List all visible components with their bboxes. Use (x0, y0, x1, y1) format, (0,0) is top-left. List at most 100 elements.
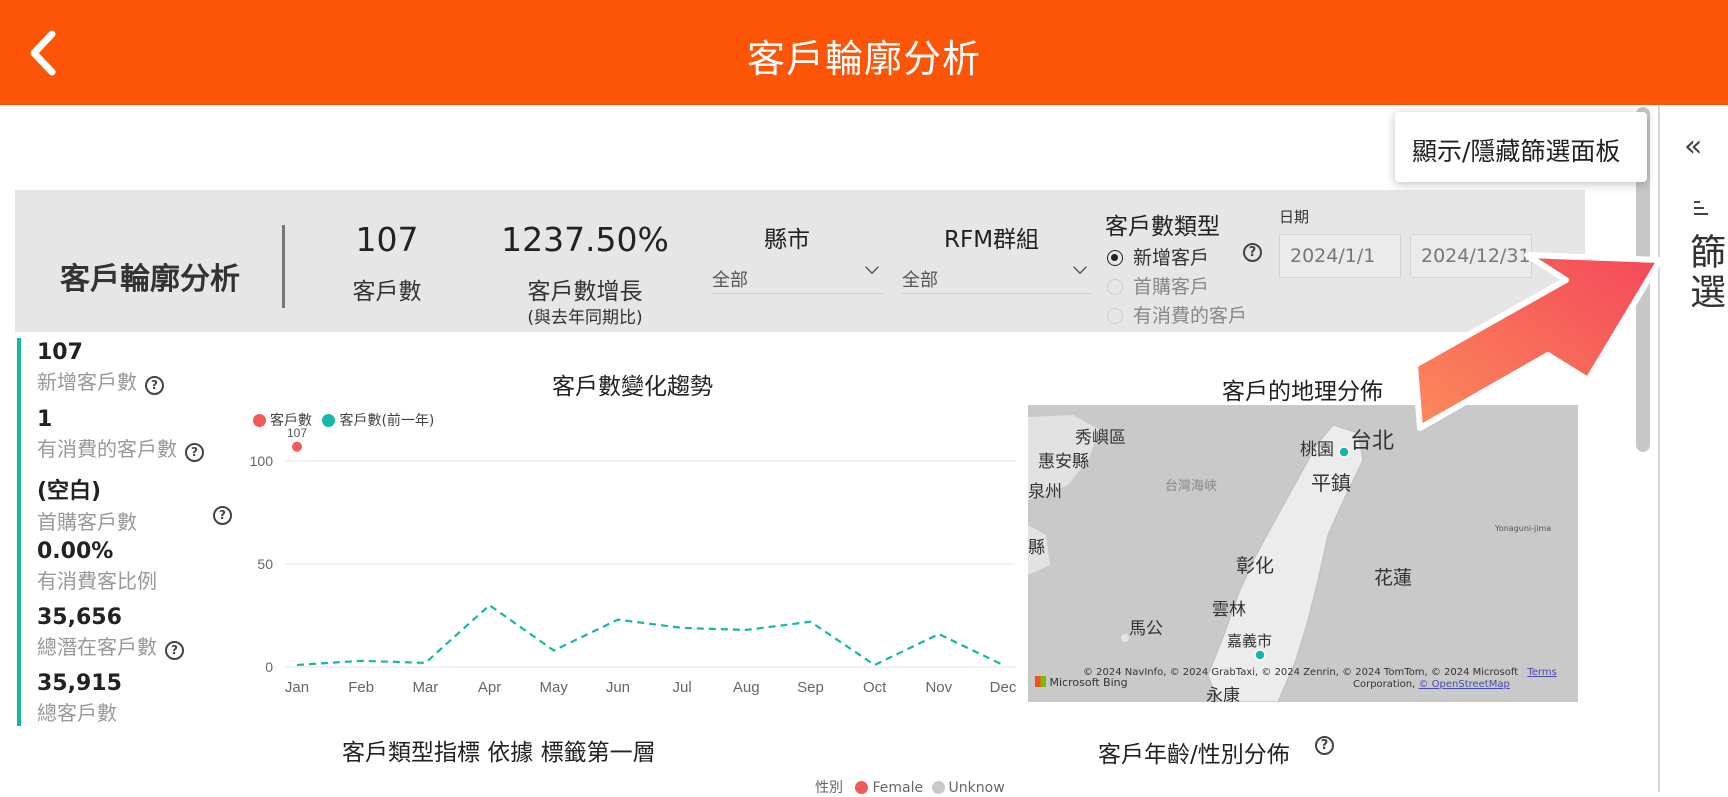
legend-label-female: Female (872, 780, 923, 796)
map-label: 彰化 (1236, 551, 1274, 578)
customer-type-chart-title: 客戶類型指標 依據 標籤第一層 (342, 733, 656, 767)
metric-value: 107 (37, 340, 164, 365)
metric-item: (空白) 首購客戶數? (37, 473, 237, 535)
legend-label-unknow: Unknow (949, 780, 1005, 796)
map-attribution: © 2024 NavInfo, © 2024 GrabTaxi, © 2024 … (1083, 667, 1563, 678)
map-label: 桃園 (1300, 435, 1334, 460)
filter-panel-tooltip: 顯示/隱藏篩選面板 (1395, 112, 1647, 182)
trend-line-chart: 050100JanFebMarAprMayJunJulAugSepOctNovD… (240, 415, 1020, 700)
map-attribution-2: Corporation, © OpenStreetMap (1353, 679, 1510, 690)
slicer-county-value: 全部 (712, 270, 748, 291)
x-tick-label: Jan (285, 679, 309, 696)
map-point[interactable] (1255, 650, 1265, 660)
map-label: 永康 (1206, 681, 1240, 702)
map-attribution-2-text: Corporation, (1353, 679, 1415, 690)
kpi-growth-sub: (與去年同期比) (485, 303, 685, 328)
map-terms-link[interactable]: Terms (1527, 667, 1556, 678)
map-label: 惠安縣 (1038, 447, 1089, 472)
header-divider (282, 225, 285, 308)
map-label: 台灣海峽 (1165, 475, 1217, 494)
radio-first-purchase-label: 首購客戶 (1133, 276, 1209, 298)
customer-type-title: 客戶數類型 (1105, 207, 1220, 241)
app-title: 客戶輪廓分析 (0, 28, 1728, 83)
map-label: 雲林 (1212, 595, 1246, 620)
metric-list: 107 新增客戶數? 1 有消費的客戶數? (空白) 首購客戶數? 0.00% … (17, 338, 232, 726)
help-icon[interactable]: ? (1315, 736, 1334, 755)
metric-item: 107 新增客戶數? (37, 340, 164, 395)
map-label: 花蓮 (1374, 563, 1412, 590)
legend-swatch-female (855, 781, 868, 794)
filter-panel-strip[interactable]: « 篩選 (1658, 105, 1728, 792)
radio-first-purchase[interactable]: 首購客戶 (1107, 272, 1209, 299)
age-gender-chart-title: 客戶年齡/性別分佈 (1098, 735, 1290, 769)
metric-item: 0.00% 有消費客比例 (37, 539, 157, 594)
metric-item: 35,915 總客戶數 (37, 671, 122, 726)
x-tick-label: Dec (990, 679, 1017, 696)
radio-icon (1107, 308, 1123, 324)
x-tick-label: Feb (348, 679, 374, 696)
microsoft-logo-icon (1035, 676, 1046, 687)
x-tick-label: May (540, 679, 569, 696)
radio-selected-icon (1107, 250, 1123, 266)
report-header-band: 客戶輪廓分析 107 客戶數 1237.50% 客戶數增長 (與去年同期比) 縣… (15, 190, 1585, 332)
x-tick-label: Aug (733, 679, 760, 696)
map-attribution-text: © 2024 NavInfo, © 2024 GrabTaxi, © 2024 … (1083, 667, 1518, 678)
help-icon[interactable]: ? (1243, 243, 1262, 262)
radio-new-customer-label: 新增客戶 (1133, 247, 1209, 269)
map-label: 台北 (1350, 423, 1394, 455)
metric-label: 有消費客比例 (37, 569, 157, 593)
metric-value: 1 (37, 407, 204, 432)
x-tick-label: Jun (606, 679, 630, 696)
kpi-growth-label: 客戶數增長 (485, 272, 685, 306)
help-icon[interactable]: ? (185, 443, 204, 462)
series-line-previous-year (297, 605, 1003, 665)
trend-chart-title: 客戶數變化趨勢 (552, 367, 713, 401)
report-title: 客戶輪廓分析 (60, 254, 240, 298)
map-label: 馬公 (1129, 614, 1163, 639)
map-label: 秀嶼區 (1075, 423, 1126, 448)
metric-label: 總客戶數 (37, 701, 117, 725)
chevron-down-icon (864, 262, 880, 278)
help-icon[interactable]: ? (145, 376, 164, 395)
y-tick-label: 50 (257, 556, 273, 572)
filter-icon (1694, 197, 1708, 219)
gender-legend-title: 性別 (815, 780, 843, 796)
map-label: Yonaguni-jima (1495, 524, 1551, 533)
map-label: 平鎮 (1311, 467, 1351, 496)
x-tick-label: Mar (412, 679, 438, 696)
double-chevron-left-icon[interactable]: « (1684, 129, 1702, 164)
help-icon[interactable]: ? (213, 506, 232, 525)
date-end-input[interactable]: 2024/12/31 (1410, 234, 1532, 278)
x-tick-label: Oct (863, 679, 887, 696)
x-tick-label: Apr (478, 679, 501, 696)
date-title: 日期 (1279, 206, 1309, 227)
filter-panel-label[interactable]: 篩選 (1678, 233, 1728, 313)
help-icon[interactable]: ? (165, 641, 184, 660)
map-point[interactable] (1339, 447, 1349, 457)
map-osm-link[interactable]: © OpenStreetMap (1418, 679, 1509, 690)
metric-value: 35,915 (37, 671, 122, 696)
kpi-customer-count-label: 客戶數 (337, 272, 437, 306)
x-tick-label: Nov (925, 679, 952, 696)
metric-label: 首購客戶數 (37, 510, 137, 534)
map-title: 客戶的地理分佈 (1222, 372, 1383, 406)
radio-spending-customer[interactable]: 有消費的客戶 (1107, 301, 1247, 328)
metric-value: (空白) (37, 473, 237, 505)
date-start-input[interactable]: 2024/1/1 (1279, 234, 1401, 278)
slicer-rfm-dropdown[interactable]: 全部 (902, 258, 1092, 294)
gender-legend: 性別 Female Unknow (815, 777, 1005, 797)
slicer-county-title: 縣市 (764, 220, 810, 254)
slicer-rfm-value: 全部 (902, 270, 938, 291)
radio-new-customer[interactable]: 新增客戶 (1107, 243, 1209, 270)
map-label: 泉州 (1028, 477, 1062, 502)
map-label: 縣 (1028, 533, 1045, 558)
slicer-county-dropdown[interactable]: 全部 (712, 258, 884, 294)
map-provider-text: Microsoft Bing (1050, 676, 1128, 689)
metric-item: 1 有消費的客戶數? (37, 407, 204, 462)
y-tick-label: 0 (265, 659, 273, 675)
data-label: 107 (287, 426, 307, 440)
geo-map[interactable]: 秀嶼區 惠安縣 泉州 台灣海峽 台北 桃園 平鎮 彰化 花蓮 縣 馬公 雲林 嘉… (1028, 405, 1578, 702)
series-point-customer-count (292, 442, 302, 452)
metric-value: 35,656 (37, 605, 184, 630)
chevron-down-icon (1072, 262, 1088, 278)
